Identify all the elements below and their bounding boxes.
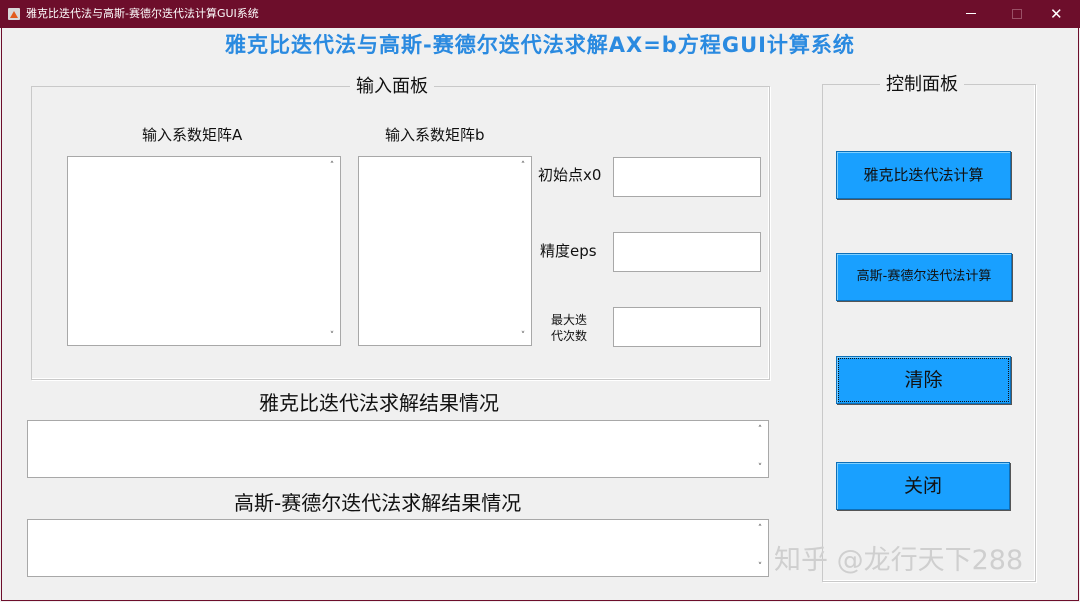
jacobi-compute-button[interactable]: 雅克比迭代法计算 bbox=[836, 151, 1011, 199]
scroll-up-icon[interactable]: ˄ bbox=[519, 161, 527, 171]
jacobi-result-label: 雅克比迭代法求解结果情况 bbox=[259, 391, 499, 415]
matrix-b-input[interactable]: ˄ ˅ bbox=[358, 156, 532, 346]
x0-field[interactable] bbox=[613, 157, 761, 197]
minimize-icon bbox=[966, 13, 976, 14]
max-iter-label-line2: 代次数 bbox=[551, 329, 588, 343]
scroll-down-icon[interactable]: ˅ bbox=[756, 463, 764, 473]
minimize-button[interactable] bbox=[948, 0, 994, 28]
close-icon: ✕ bbox=[1050, 5, 1063, 23]
scroll-down-icon[interactable]: ˅ bbox=[756, 562, 764, 572]
matrix-a-label: 输入系数矩阵A bbox=[142, 126, 243, 144]
max-iter-label: 最大迭 代次数 bbox=[551, 312, 587, 344]
jacobi-result-output[interactable]: ˄ ˅ bbox=[27, 420, 769, 478]
matrix-a-input[interactable]: ˄ ˅ bbox=[67, 156, 341, 346]
gauss-seidel-compute-button[interactable]: 高斯-赛德尔迭代法计算 bbox=[836, 253, 1012, 301]
eps-label: 精度eps bbox=[540, 242, 597, 260]
window-titlebar: 雅克比迭代法与高斯-赛德尔迭代法计算GUI系统 ✕ bbox=[0, 0, 1080, 28]
watermark: 知乎 @龙行天下288 bbox=[774, 545, 1024, 576]
figure-content: 雅克比迭代法与高斯-赛德尔迭代法求解AX=b方程GUI计算系统 输入面板 输入系… bbox=[1, 28, 1079, 601]
eps-field[interactable] bbox=[613, 232, 761, 272]
input-panel-title: 输入面板 bbox=[350, 76, 434, 98]
gauss-result-output[interactable]: ˄ ˅ bbox=[27, 519, 769, 577]
max-iter-field[interactable] bbox=[613, 307, 761, 347]
app-main-title: 雅克比迭代法与高斯-赛德尔迭代法求解AX=b方程GUI计算系统 bbox=[225, 33, 855, 57]
max-iter-label-line1: 最大迭 bbox=[551, 313, 588, 327]
matrix-b-label: 输入系数矩阵b bbox=[385, 126, 485, 144]
scroll-down-icon[interactable]: ˅ bbox=[328, 331, 336, 341]
scroll-up-icon[interactable]: ˄ bbox=[328, 161, 336, 171]
close-button[interactable]: 关闭 bbox=[836, 462, 1010, 510]
clear-button[interactable]: 清除 bbox=[836, 356, 1011, 404]
window-title: 雅克比迭代法与高斯-赛德尔迭代法计算GUI系统 bbox=[26, 7, 259, 20]
x0-label: 初始点x0 bbox=[538, 166, 602, 184]
maximize-icon bbox=[1012, 9, 1022, 19]
scroll-up-icon[interactable]: ˄ bbox=[756, 524, 764, 534]
gauss-result-label: 高斯-赛德尔迭代法求解结果情况 bbox=[234, 491, 522, 515]
matlab-app-icon bbox=[8, 8, 20, 20]
scroll-down-icon[interactable]: ˅ bbox=[519, 331, 527, 341]
close-window-button[interactable]: ✕ bbox=[1034, 0, 1080, 28]
control-panel-title: 控制面板 bbox=[880, 74, 964, 96]
scroll-up-icon[interactable]: ˄ bbox=[756, 425, 764, 435]
